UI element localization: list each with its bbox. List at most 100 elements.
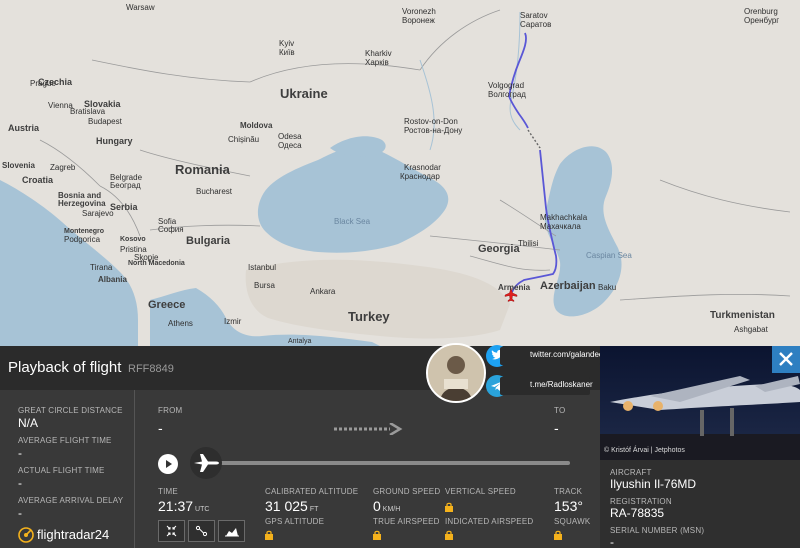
aircraft-value: Ilyushin Il-76MD xyxy=(610,477,697,491)
label-croatia: Croatia xyxy=(22,175,54,185)
indicated-airspeed-label: INDICATED AIRSPEED xyxy=(445,517,534,526)
label-austria: Austria xyxy=(8,123,40,133)
label-antalya: Antalya xyxy=(288,338,312,345)
track-label: TRACK xyxy=(554,487,583,496)
label-zagreb: Zagreb xyxy=(50,163,76,172)
label-volgograd-local: Волгоград xyxy=(488,90,526,99)
calibrated-altitude-value: 31 025 xyxy=(265,498,308,514)
from-value: - xyxy=(158,420,163,436)
flight-route-gap xyxy=(527,129,541,149)
route-arrow xyxy=(334,421,404,437)
great-circle-value: N/A xyxy=(18,416,39,430)
route-button[interactable] xyxy=(188,520,215,542)
close-button[interactable] xyxy=(772,346,800,373)
track-value: 153° xyxy=(554,498,583,514)
ground-speed-value: 0 xyxy=(373,498,381,514)
label-tbilisi: Tbilisi xyxy=(518,239,539,248)
turkey-land-shape xyxy=(245,259,510,339)
label-warsaw: Warsaw xyxy=(126,3,155,12)
label-bulgaria: Bulgaria xyxy=(186,235,231,247)
time-readout: 21:37 UTC xyxy=(158,498,209,514)
label-bucharest: Bucharest xyxy=(196,187,233,196)
label-romania: Romania xyxy=(175,162,230,177)
registration-value: RA-78835 xyxy=(610,506,665,520)
label-orenburg-local: Оренбург xyxy=(744,16,780,25)
to-label: TO xyxy=(554,406,566,415)
label-turkey: Turkey xyxy=(348,309,390,324)
playback-slider[interactable] xyxy=(206,461,570,465)
label-black-sea: Black Sea xyxy=(334,217,371,226)
calibrated-altitude-label: CALIBRATED ALTITUDE xyxy=(265,487,359,496)
label-istanbul: Istanbul xyxy=(248,263,277,272)
label-sofia-local: София xyxy=(158,225,184,234)
calibrated-altitude-readout: 31 025 FT xyxy=(265,498,318,514)
chart-icon xyxy=(225,528,239,537)
twitter-link[interactable]: twitter.com/galandecZP xyxy=(500,347,613,365)
aircraft-photo[interactable]: © Kristóf Árvai | Jetphotos xyxy=(600,346,800,460)
label-bursa: Bursa xyxy=(254,281,275,290)
label-podgorica: Podgorica xyxy=(64,235,101,244)
time-unit: UTC xyxy=(195,506,210,513)
lock-icon xyxy=(373,530,381,540)
airplane-icon xyxy=(194,454,219,472)
play-button[interactable] xyxy=(158,454,178,474)
serial-label: SERIAL NUMBER (MSN) xyxy=(610,526,705,535)
telegram-link[interactable]: t.me/Radloskaner xyxy=(500,377,593,395)
vertical-speed-label: VERTICAL SPEED xyxy=(445,487,516,496)
label-moldova: Moldova xyxy=(240,121,273,130)
lock-icon xyxy=(445,530,453,540)
avg-arrival-delay-value: - xyxy=(18,506,22,520)
logo-text: flightradar24 xyxy=(37,527,110,542)
chart-button[interactable] xyxy=(218,520,245,542)
flight-callsign: RFF8849 xyxy=(128,363,174,375)
label-bratislava: Bratislava xyxy=(70,107,106,116)
avg-arrival-delay-label: AVERAGE ARRIVAL DELAY xyxy=(18,496,124,505)
route-icon xyxy=(195,525,208,537)
close-icon xyxy=(779,352,793,366)
label-caspian-sea: Caspian Sea xyxy=(586,251,632,260)
label-odesa-local: Одеса xyxy=(278,141,302,150)
lock-icon xyxy=(554,530,562,540)
serial-value: - xyxy=(610,535,614,548)
label-izmir: Izmir xyxy=(224,317,242,326)
true-airspeed-label: TRUE AIRSPEED xyxy=(373,517,440,526)
ground-speed-label: GROUND SPEED xyxy=(373,487,441,496)
lock-icon xyxy=(265,530,273,540)
registration-label: REGISTRATION xyxy=(610,497,672,506)
label-ukraine: Ukraine xyxy=(280,86,328,101)
playback-handle[interactable] xyxy=(190,447,222,479)
label-ashgabat: Ashgabat xyxy=(734,325,768,334)
play-icon xyxy=(166,460,172,468)
label-skopje: Skopje xyxy=(134,253,159,262)
ground-speed-readout: 0 KM/H xyxy=(373,498,400,514)
squawk-label: SQUAWK xyxy=(554,517,591,526)
from-label: FROM xyxy=(158,406,183,415)
label-hungary: Hungary xyxy=(96,136,133,146)
social-links: twitter.com/galandecZP t.me/Radloskaner xyxy=(422,340,613,400)
label-albania: Albania xyxy=(98,275,127,284)
flight-stats-column: GREAT CIRCLE DISTANCE N/A AVERAGE FLIGHT… xyxy=(0,390,135,548)
actual-flight-time-value: - xyxy=(18,476,22,490)
label-makhachkala-local: Махачкала xyxy=(540,222,581,231)
time-label: TIME xyxy=(158,487,178,496)
label-krasnodar-local: Краснодар xyxy=(400,172,440,181)
label-kosovo: Kosovo xyxy=(120,236,146,243)
label-voronezh-local: Воронеж xyxy=(402,16,435,25)
ground-speed-unit: KM/H xyxy=(382,506,401,513)
label-sarajevo: Sarajevo xyxy=(82,209,114,218)
collapse-button[interactable] xyxy=(158,520,185,542)
great-circle-label: GREAT CIRCLE DISTANCE xyxy=(18,406,123,415)
label-saratov-local: Саратов xyxy=(520,20,552,29)
map[interactable]: Ukraine Romania Bulgaria Greece Turkey G… xyxy=(0,0,800,346)
aircraft-label: AIRCRAFT xyxy=(610,468,652,477)
aircraft-panel: © Kristóf Árvai | Jetphotos AIRCRAFT Ily… xyxy=(600,346,800,548)
label-bosnia: Bosnia and Herzegovina xyxy=(58,191,106,209)
label-turkmenistan: Turkmenistan xyxy=(710,310,775,321)
label-kyiv-local: Київ xyxy=(279,48,295,57)
label-athens: Athens xyxy=(168,319,193,328)
label-rostov-local: Ростов-на-Дону xyxy=(404,126,463,135)
label-chisinau: Chișinău xyxy=(228,135,260,144)
gps-altitude-label: GPS ALTITUDE xyxy=(265,517,325,526)
label-baku: Baku xyxy=(598,283,617,292)
photo-credit: © Kristóf Árvai | Jetphotos xyxy=(604,447,685,454)
